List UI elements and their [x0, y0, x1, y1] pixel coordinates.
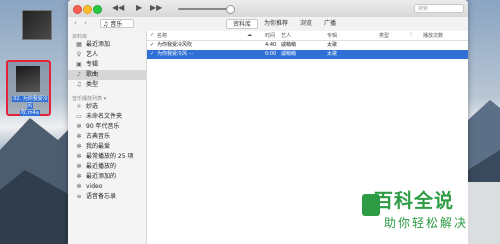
row-album: 太歌 — [327, 42, 338, 48]
table-row[interactable]: ✓ 为你我受冷风吹 4:40 戚萌萌 太歌 — [147, 41, 468, 50]
row-check[interactable]: ✓ — [150, 41, 154, 50]
sidebar-item-favorites[interactable]: ✻ 我的最爱 — [68, 142, 146, 152]
column-check-icon[interactable]: ✓ — [150, 32, 154, 38]
playlists-header[interactable]: 音乐播放列表 ▾ — [72, 95, 106, 102]
sidebar-item-artists[interactable]: ♀ 艺人 — [68, 50, 146, 60]
sidebar-item-label: 最近添加 — [86, 41, 111, 48]
tab-library[interactable]: 资料库 — [226, 19, 259, 29]
gear-icon: ✻ — [76, 133, 82, 140]
row-time: 4:40 — [265, 42, 277, 48]
sidebar-item-label: 最近播放的 — [86, 163, 117, 170]
file-label-line1: 02. 为你我受冷风 — [12, 96, 48, 109]
media-source-select[interactable]: ♫ 音乐 — [100, 19, 134, 28]
table-row[interactable]: ✓ 为你我受冷风 ··· 0:00 戚萌萌 太歌 — [147, 50, 468, 59]
gear-icon: ✻ — [76, 123, 82, 130]
rewind-icon[interactable]: ◀◀ — [112, 3, 124, 12]
sidebar-item-genius[interactable]: ⚛ 妙选 — [68, 102, 146, 112]
sidebar-item-albums[interactable]: ▣ 专辑 — [68, 60, 146, 70]
sidebar-item-top-25[interactable]: ✻ 最常播放的 25 项 — [68, 152, 146, 162]
sidebar-item-recently-played[interactable]: ✻ 最近播放的 — [68, 162, 146, 172]
sidebar-item-classical[interactable]: ✻ 古典音乐 — [68, 132, 146, 142]
tab-browse[interactable]: 浏览 — [294, 19, 318, 29]
sidebar-item-label: 我的最爱 — [86, 143, 111, 150]
fast-forward-icon[interactable]: ▶▶ — [150, 3, 162, 12]
sidebar-item-label: 妙选 — [86, 103, 99, 110]
row-artist: 戚萌萌 — [281, 42, 297, 48]
watermark-title: 百科全说 — [374, 190, 455, 212]
minimize-button[interactable] — [83, 5, 92, 14]
sidebar: 资料库 ▦ 最近添加 ♀ 艺人 ▣ 专辑 ♪ 歌曲 ♫ 类型 音乐播放列表 ▾ … — [68, 31, 147, 244]
sidebar-item-genres[interactable]: ♫ 类型 — [68, 80, 146, 90]
volume-knob[interactable] — [226, 5, 235, 14]
audio-file-icon — [16, 66, 40, 92]
sidebar-item-label: 歌曲 — [86, 71, 99, 78]
column-album[interactable]: 专辑 — [327, 32, 337, 39]
gear-icon: ✻ — [76, 153, 82, 160]
forward-button[interactable]: › — [84, 19, 87, 27]
genius-icon: ⚛ — [76, 103, 82, 110]
play-icon[interactable]: ▶ — [136, 3, 142, 12]
sidebar-item-voice-memos[interactable]: ≡ 语音备忘录 — [68, 192, 146, 202]
back-button[interactable]: ‹ — [74, 19, 77, 27]
gear-icon: ✻ — [76, 163, 82, 170]
tab-radio[interactable]: 广播 — [318, 19, 342, 29]
row-name: 为你我受冷风 ··· — [157, 51, 194, 57]
close-button[interactable] — [73, 5, 82, 14]
sidebar-item-label: 艺人 — [86, 51, 99, 58]
album-art-thumbnail[interactable] — [22, 10, 52, 40]
icloud-icon: ☁ — [247, 32, 252, 38]
note-icon: ♪ — [77, 71, 81, 78]
column-artist[interactable]: 艺人 — [281, 32, 291, 39]
sidebar-item-label: 最近添加的 — [86, 173, 117, 180]
gear-icon: ✻ — [76, 183, 82, 190]
sidebar-item-recently-added[interactable]: ▦ 最近添加 — [68, 40, 146, 50]
row-time: 0:00 — [265, 51, 277, 57]
column-name[interactable]: 名称 — [157, 32, 167, 39]
mic-icon: ♀ — [76, 51, 82, 58]
column-plays[interactable]: 播放次数 — [423, 32, 443, 39]
genre-icon: ♫ — [76, 81, 82, 88]
sidebar-item-video[interactable]: ✻ video — [68, 182, 146, 192]
zoom-button[interactable] — [93, 5, 102, 14]
folder-icon: ▭ — [76, 113, 82, 120]
row-name: 为你我受冷风吹 — [157, 42, 193, 48]
row-artist: 戚萌萌 — [281, 51, 297, 57]
volume-slider[interactable] — [178, 8, 228, 10]
sidebar-item-recently-added-playlist[interactable]: ✻ 最近添加的 — [68, 172, 146, 182]
view-tabs: 资料库 为你推荐 浏览 广播 — [226, 19, 342, 29]
gear-icon: ✻ — [76, 173, 82, 180]
toolbar: ‹ › ♫ 音乐 资料库 为你推荐 浏览 广播 — [68, 17, 468, 32]
heart-icon[interactable]: ♡ — [409, 32, 413, 38]
watermark: 百科全说 助你轻松解决 — [360, 182, 500, 244]
file-label-line2: 吹.m4a — [20, 110, 40, 116]
grid-icon: ▦ — [76, 41, 82, 48]
column-time[interactable]: 时间 — [265, 32, 275, 39]
selected-audio-file[interactable]: 02. 为你我受冷风 吹.m4a — [6, 60, 51, 116]
album-icon: ▣ — [76, 61, 82, 68]
sidebar-item-label: video — [86, 183, 103, 190]
sidebar-item-label: 古典音乐 — [86, 133, 111, 140]
sidebar-item-label: 语音备忘录 — [86, 193, 117, 200]
sidebar-item-label: 最常播放的 25 项 — [86, 153, 134, 160]
sidebar-item-songs[interactable]: ♪ 歌曲 — [68, 70, 146, 80]
sidebar-item-label: 90 年代音乐 — [86, 123, 120, 130]
watermark-subtitle: 助你轻松解决 — [384, 216, 469, 230]
sidebar-item-label: 类型 — [86, 81, 99, 88]
tab-for-you[interactable]: 为你推荐 — [258, 19, 294, 29]
table-header: ✓ 名称 ☁ 时间 艺人 专辑 类型 ♡ 播放次数 — [147, 31, 468, 41]
search-input[interactable]: 搜索 — [414, 4, 464, 13]
search-placeholder: 搜索 — [418, 6, 429, 12]
title-bar: ◀◀ ▶ ▶▶ 搜索 — [68, 0, 468, 18]
sidebar-item-90s-music[interactable]: ✻ 90 年代音乐 — [68, 122, 146, 132]
list-icon: ≡ — [76, 193, 82, 200]
gear-icon: ✻ — [76, 143, 82, 150]
sidebar-item-label: 专辑 — [86, 61, 99, 68]
row-check[interactable]: ✓ — [150, 50, 154, 59]
sidebar-item-untitled-folder[interactable]: ▭ 未命名文件夹 — [68, 112, 146, 122]
column-genre[interactable]: 类型 — [379, 32, 389, 39]
library-header: 资料库 — [72, 34, 88, 40]
sidebar-item-label: 未命名文件夹 — [86, 113, 123, 120]
row-album: 太歌 — [327, 51, 338, 57]
file-label: 02. 为你我受冷风 吹.m4a — [10, 96, 50, 117]
